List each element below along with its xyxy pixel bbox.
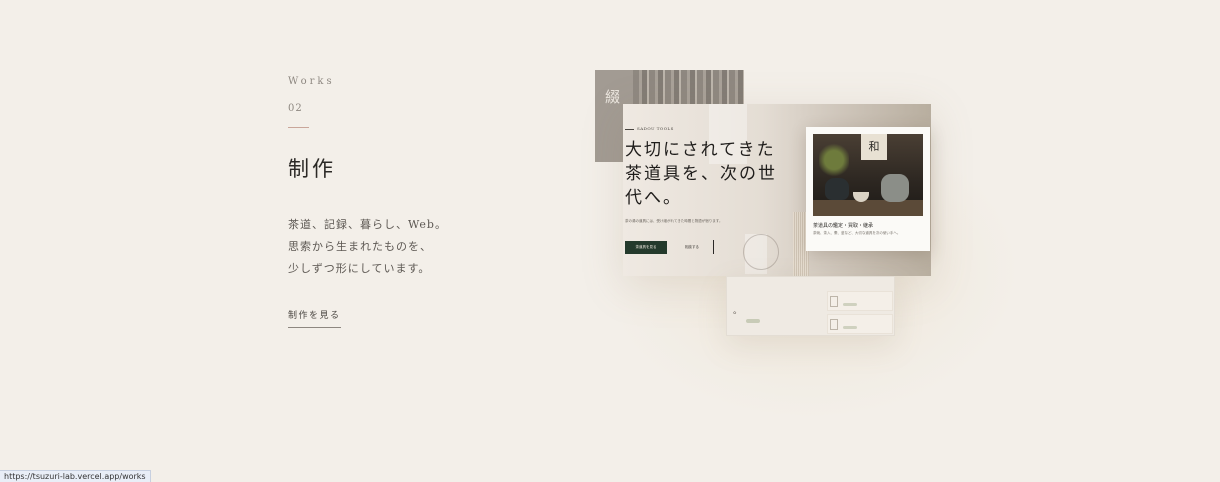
document-icon (830, 319, 838, 330)
preview-sub-card[interactable]: ✿ (726, 276, 895, 336)
description-line: 茶道、記録、暮らし、Web。 (288, 218, 447, 231)
row-pill (843, 326, 857, 329)
preview-headline: 大切にされてきた茶道具を、次の世代へ。 (625, 140, 777, 208)
document-icon (830, 296, 838, 307)
description-line: 思索から生まれたものを、 (288, 240, 432, 253)
status-bar-url: https://tsuzuri-lab.vercel.app/works (0, 470, 151, 482)
section-eyebrow: Works (288, 76, 335, 87)
preview-tag: SADOU TOOLS (625, 126, 674, 131)
preview-secondary-link[interactable]: 相談する (685, 245, 699, 250)
description-line: 少しずつ形にしています。 (288, 262, 431, 275)
tea-jar-image (881, 174, 909, 202)
view-works-link[interactable]: 制作を見る (288, 308, 341, 328)
section-title: 制作 (288, 157, 336, 181)
leaf-icon: ✿ (733, 310, 737, 315)
scroll-kanji: 和 (868, 140, 880, 153)
plant-image (819, 142, 849, 178)
calligraphy-scroll: 和 (861, 134, 887, 160)
mini-card-kanji: 綴 (605, 88, 621, 106)
sub-card-pill (746, 319, 760, 323)
table-surface (813, 200, 923, 216)
section-number: 02 (288, 103, 303, 114)
section-divider (288, 127, 309, 128)
sub-card-row[interactable] (827, 291, 893, 311)
preview-body-text: 茶の湯の道具には、受け継がれてきた時間と物語が宿ります。 (625, 219, 723, 223)
tea-bowl-outline (743, 234, 779, 270)
section-description: 茶道、記録、暮らし、Web。 思索から生まれたものを、 少しずつ形にしています。 (288, 214, 447, 280)
preview-primary-button[interactable]: 茶道具を見る (625, 241, 667, 254)
sub-card-row[interactable] (827, 314, 893, 334)
product-title: 茶道具の鑑定・買取・継承 (813, 223, 874, 229)
preview-divider (713, 240, 714, 254)
tea-utensils-photo: 和 (813, 134, 923, 216)
tea-caddy-image (825, 178, 849, 200)
preview-product-card[interactable]: 和 茶道具の鑑定・買取・継承 茶碗、茶入、棗、釜など、大切な道具を次の使い手へ。 (806, 127, 930, 251)
product-text: 茶碗、茶入、棗、釜など、大切な道具を次の使い手へ。 (813, 231, 901, 235)
row-pill (843, 303, 857, 306)
